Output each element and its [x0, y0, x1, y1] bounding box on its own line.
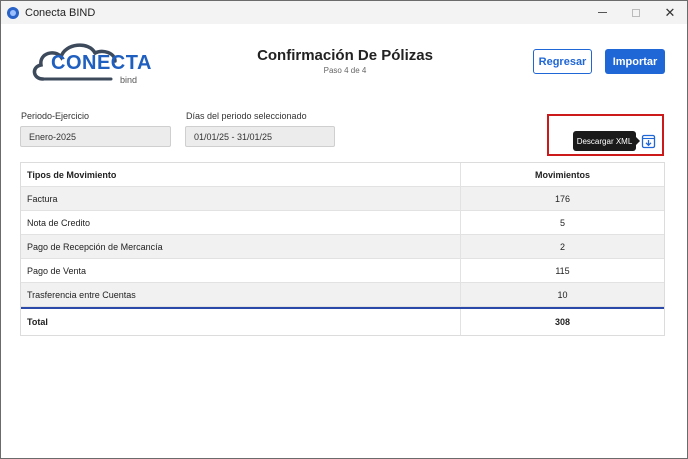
minimize-icon [597, 12, 607, 13]
days-label: Días del periodo seleccionado [186, 111, 307, 121]
total-label: Total [21, 309, 461, 335]
row-count-cell: 10 [557, 289, 568, 300]
import-button[interactable]: Importar [605, 49, 665, 74]
window-controls: ✕ [585, 1, 687, 24]
back-button[interactable]: Regresar [533, 49, 592, 74]
row-count-cell: 5 [559, 217, 565, 228]
download-xml-icon [641, 134, 656, 149]
window-title: Conecta BIND [25, 6, 96, 19]
app-window: Conecta BIND ✕ CONECTA bind Confirmación… [0, 0, 688, 459]
table-row: Nota de Credito 5 [21, 211, 664, 235]
row-type-cell: Factura [21, 187, 461, 210]
download-xml-button[interactable] [641, 132, 656, 149]
row-type-cell: Pago de Recepción de Mercancía [21, 235, 461, 258]
row-type-cell: Pago de Venta [21, 259, 461, 282]
row-type-cell: Nota de Credito [21, 211, 461, 234]
table-row: Trasferencia entre Cuentas 10 [21, 283, 664, 307]
close-icon: ✕ [664, 5, 676, 20]
row-type-cell: Trasferencia entre Cuentas [21, 283, 461, 306]
minimize-button[interactable] [585, 1, 619, 24]
days-field[interactable]: 01/01/25 - 31/01/25 [185, 126, 335, 147]
table-row: Pago de Recepción de Mercancía 2 [21, 235, 664, 259]
period-field[interactable]: Enero-2025 [20, 126, 171, 147]
title-bar: Conecta BIND ✕ [1, 1, 687, 24]
table-row: Factura 176 [21, 187, 664, 211]
app-logo-icon [7, 6, 19, 19]
total-value: 308 [554, 317, 571, 327]
table-row: Pago de Venta 115 [21, 259, 664, 283]
column-header-count: Movimientos [534, 169, 590, 180]
table-header-row: Tipos de Movimiento Movimientos [21, 163, 664, 187]
logo-subtext: bind [120, 75, 138, 85]
close-button[interactable]: ✕ [653, 1, 687, 24]
row-count-cell: 176 [554, 193, 571, 204]
maximize-button[interactable] [619, 1, 653, 24]
download-tooltip: Descargar XML [573, 131, 640, 151]
row-count-cell: 2 [559, 241, 565, 252]
table-total-row: Total 308 [21, 307, 664, 335]
period-label: Periodo-Ejercicio [21, 111, 90, 121]
maximize-icon [632, 8, 640, 17]
row-count-cell: 115 [555, 265, 570, 276]
movements-table: Tipos de Movimiento Movimientos Factura … [20, 162, 665, 336]
column-header-type: Tipos de Movimiento [21, 163, 461, 186]
